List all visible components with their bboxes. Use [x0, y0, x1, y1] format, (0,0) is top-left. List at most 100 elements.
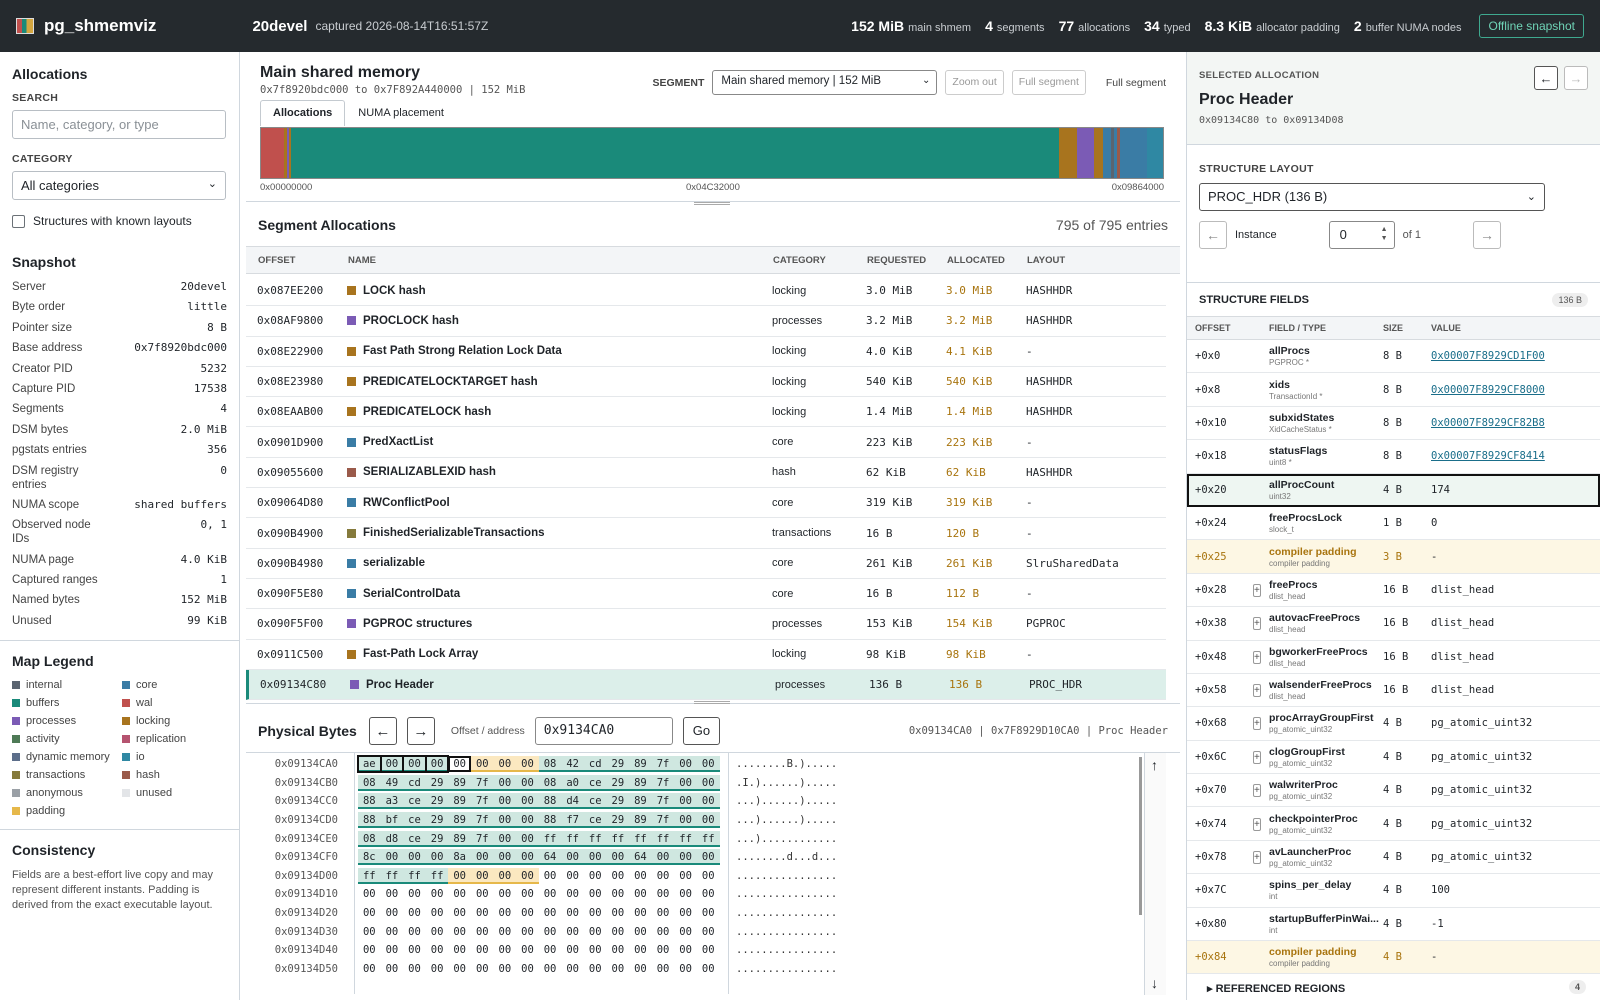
expand-icon[interactable]: +	[1253, 784, 1261, 798]
memory-map-block[interactable]	[1146, 128, 1163, 178]
hex-byte[interactable]: 00	[448, 886, 471, 902]
hex-byte[interactable]: 00	[425, 849, 449, 866]
hex-byte[interactable]: 00	[380, 849, 404, 866]
hex-byte[interactable]: 00	[448, 905, 471, 921]
hex-byte[interactable]: 00	[539, 942, 562, 958]
hex-byte[interactable]: 64	[629, 849, 652, 866]
hex-byte[interactable]: 00	[539, 868, 562, 884]
hex-byte[interactable]: 00	[471, 961, 494, 977]
structure-field-row[interactable]: +0x84 compiler padding compiler padding 4 B…	[1187, 941, 1600, 975]
hex-byte[interactable]: 00	[674, 961, 697, 977]
hex-byte[interactable]: ff	[403, 867, 426, 884]
structure-field-row[interactable]: +0x20 allProcCount uint32 4 B 174	[1187, 473, 1600, 507]
hex-byte[interactable]: ce	[403, 830, 426, 847]
hex-byte[interactable]: 00	[652, 886, 675, 902]
hex-byte[interactable]: 00	[584, 942, 607, 958]
expand-icon[interactable]: +	[1253, 583, 1261, 597]
memory-map-block[interactable]	[1103, 128, 1111, 178]
hex-byte[interactable]: 00	[403, 961, 426, 977]
hex-byte[interactable]: 08	[538, 774, 562, 791]
hex-byte[interactable]: 00	[426, 905, 449, 921]
hex-byte[interactable]: 29	[425, 812, 449, 829]
arrow-up-icon[interactable]: ↑	[1151, 757, 1158, 773]
hex-byte[interactable]: 00	[358, 961, 381, 977]
hex-byte[interactable]: 00	[381, 886, 404, 902]
hex-byte[interactable]: ce	[583, 793, 607, 810]
hex-byte[interactable]: 00	[584, 961, 607, 977]
field-value[interactable]: 0x00007F8929CF8000	[1431, 384, 1561, 396]
hex-byte[interactable]: 00	[448, 942, 471, 958]
hex-byte[interactable]: 00	[493, 756, 517, 773]
hex-byte[interactable]: 8c	[358, 849, 381, 866]
hex-byte[interactable]: 29	[425, 830, 449, 847]
hex-byte[interactable]: 00	[539, 905, 562, 921]
memory-map-block[interactable]	[1077, 128, 1095, 178]
hex-byte[interactable]: 00	[629, 886, 652, 902]
hex-byte[interactable]: 00	[607, 924, 630, 940]
hex-byte[interactable]: 00	[652, 905, 675, 921]
resize-handle[interactable]	[694, 701, 730, 704]
hex-byte[interactable]: 00	[471, 905, 494, 921]
hex-byte[interactable]: 00	[470, 849, 494, 866]
hex-byte[interactable]: 7f	[651, 774, 675, 791]
known-layouts-filter[interactable]: Structures with known layouts	[12, 214, 227, 228]
hex-byte[interactable]: 00	[516, 905, 539, 921]
hex-byte[interactable]: ae	[357, 755, 382, 774]
allocation-row[interactable]: 0x0911C500 Fast-Path Lock Array locking 98 …	[246, 640, 1166, 670]
allocation-row[interactable]: 0x08AF9800 PROCLOCK hash processes 3.2 MiB 3…	[246, 306, 1166, 337]
hex-byte[interactable]: 00	[494, 905, 517, 921]
hex-byte[interactable]: 00	[652, 942, 675, 958]
hex-byte[interactable]: 00	[494, 886, 517, 902]
hex-byte[interactable]: 00	[674, 849, 697, 866]
memory-map-block[interactable]	[261, 128, 285, 178]
expand-icon[interactable]: +	[1253, 684, 1261, 698]
column-name[interactable]: NAME	[348, 255, 773, 266]
hex-byte[interactable]: ff	[583, 830, 607, 847]
hex-byte[interactable]: 00	[493, 793, 517, 810]
hex-byte[interactable]: 7f	[470, 793, 494, 810]
known-layouts-checkbox[interactable]	[12, 214, 25, 228]
allocation-row[interactable]: 0x09064D80 RWConflictPool core 319 KiB 319 K…	[246, 488, 1166, 519]
memory-map-block[interactable]	[1059, 128, 1078, 178]
referenced-regions-toggle[interactable]: ▸ REFERENCED REGIONS 4	[1187, 974, 1600, 1003]
hex-byte[interactable]: 00	[516, 756, 539, 773]
allocation-row[interactable]: 0x090F5E80 SerialControlData core 16 B 112 B…	[246, 579, 1166, 610]
hex-byte[interactable]: 00	[493, 830, 517, 847]
hex-byte[interactable]: d4	[561, 793, 584, 810]
hex-byte[interactable]: 89	[448, 774, 471, 791]
history-forward-button[interactable]: →	[1564, 66, 1588, 90]
field-value[interactable]: 0x00007F8929CF8414	[1431, 450, 1561, 462]
allocation-row[interactable]: 0x08EAAB00 PREDICATELOCK hash locking 1.4 M…	[246, 397, 1166, 428]
structure-field-row[interactable]: +0x74 + checkpointerProc pg_atomic_uint32 4 …	[1187, 807, 1600, 841]
hex-byte[interactable]: 00	[426, 961, 449, 977]
hex-byte[interactable]: 00	[471, 886, 494, 902]
hex-byte[interactable]: 49	[380, 774, 404, 791]
structure-field-row[interactable]: +0x38 + autovacFreeProcs dlist_head 16 Bdlis…	[1187, 607, 1600, 641]
hex-byte[interactable]: 29	[606, 812, 630, 829]
hex-byte[interactable]: ff	[674, 830, 697, 847]
zoom-out-button[interactable]: Zoom out	[945, 70, 1004, 95]
hex-byte[interactable]: 00	[448, 756, 471, 773]
hex-byte[interactable]: ce	[583, 774, 607, 791]
column-category[interactable]: CATEGORY	[773, 255, 867, 266]
hex-byte[interactable]: 08	[538, 756, 562, 773]
hex-row-bytes[interactable]: 00 00 00 00 00 00 00 00 00 00 00 00 00 00 00 00	[358, 961, 720, 977]
structure-field-row[interactable]: +0x58 + walsenderFreeProcs dlist_head 16 Bdl…	[1187, 674, 1600, 708]
column-offset[interactable]: OFFSET	[258, 255, 348, 266]
allocation-row[interactable]: 0x0901D900 PredXactList core 223 KiB 223 KiB…	[246, 427, 1166, 458]
hex-byte[interactable]: 00	[697, 961, 720, 977]
hex-byte[interactable]: ff	[606, 830, 630, 847]
hex-byte[interactable]: 00	[697, 942, 720, 958]
hex-byte[interactable]: 00	[584, 886, 607, 902]
structure-field-row[interactable]: +0x10 subxidStates XidCacheStatus * 8 B 0x00…	[1187, 407, 1600, 441]
hex-byte[interactable]: 42	[561, 756, 584, 773]
hex-byte[interactable]: a3	[380, 793, 404, 810]
expand-icon[interactable]: +	[1253, 617, 1261, 631]
structure-field-row[interactable]: +0x70 + walwriterProc pg_atomic_uint32 4 Bpg…	[1187, 774, 1600, 808]
hex-byte[interactable]: 00	[516, 867, 539, 884]
hex-row-bytes[interactable]: ae 00 00 00 00 00 00 00 08 42 cd 29 89 7f 00 00	[357, 755, 720, 774]
hex-byte[interactable]: 00	[379, 755, 405, 774]
hex-byte[interactable]: 88	[358, 793, 381, 810]
hex-byte[interactable]: 00	[696, 849, 720, 866]
hex-byte[interactable]: ff	[425, 867, 449, 884]
